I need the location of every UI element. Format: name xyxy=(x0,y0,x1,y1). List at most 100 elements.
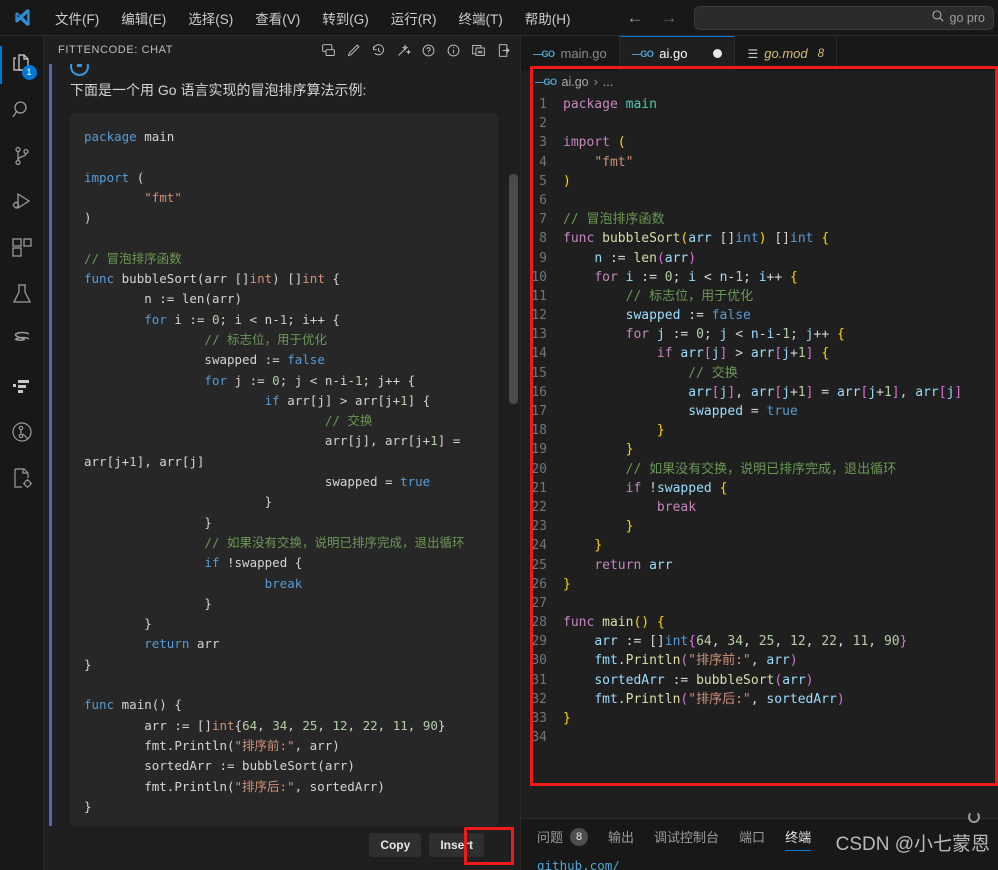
info-icon[interactable] xyxy=(442,39,464,61)
panel-tab-debug-console[interactable]: 调试控制台 xyxy=(654,827,719,851)
line-number: 5 xyxy=(521,172,563,191)
code-line-text: arr := []int{64, 34, 25, 12, 22, 11, 90} xyxy=(563,632,907,651)
code-line-text: } xyxy=(563,575,571,594)
menu-view[interactable]: 查看(V) xyxy=(244,4,311,32)
activity-item-search[interactable] xyxy=(0,88,44,134)
code-line-text: "fmt" xyxy=(563,153,633,172)
activity-item-gitlens[interactable] xyxy=(0,410,44,456)
code-line-text: if !swapped { xyxy=(563,479,727,498)
command-search-text: go pro xyxy=(950,11,985,25)
arrow-left-icon[interactable]: ← xyxy=(622,6,648,30)
menu-terminal[interactable]: 终端(T) xyxy=(448,4,514,32)
code-line-text: swapped := false xyxy=(563,306,751,325)
activity-item-fittencode[interactable] xyxy=(0,364,44,410)
magic-wand-icon[interactable] xyxy=(392,39,414,61)
menu-help[interactable]: 帮助(H) xyxy=(514,4,582,32)
activity-item-explorer[interactable]: 1 xyxy=(0,42,44,88)
chat-code-line: if !swapped { xyxy=(84,553,484,573)
chat-message-list[interactable]: 下面是一个用 Go 语言实现的冒泡排序算法示例: package main im… xyxy=(44,64,520,826)
menu-selection[interactable]: 选择(S) xyxy=(177,4,244,32)
beaker-icon xyxy=(10,282,34,309)
code-line-text: fmt.Println("排序后:", sortedArr) xyxy=(563,690,845,709)
chat-scrollbar[interactable] xyxy=(509,174,518,404)
panel-tab-problems[interactable]: 问题 8 xyxy=(537,827,588,851)
s-logo-icon xyxy=(10,328,34,355)
copy-button[interactable]: Copy xyxy=(369,833,421,857)
code-line: 32 fmt.Println("排序后:", sortedArr) xyxy=(521,690,998,709)
gitlens-icon xyxy=(10,420,34,447)
line-number: 27 xyxy=(521,594,563,613)
help-icon[interactable] xyxy=(417,39,439,61)
chat-code-line: } xyxy=(84,614,484,634)
code-line: 28func main() { xyxy=(521,613,998,632)
code-line: 6 xyxy=(521,191,998,210)
code-line: 7// 冒泡排序函数 xyxy=(521,210,998,229)
command-search-input[interactable]: go pro xyxy=(694,6,994,30)
panel-tab-output[interactable]: 输出 xyxy=(608,827,634,851)
chat-code-line: swapped := false xyxy=(84,350,484,370)
chat-code-line: } xyxy=(84,492,484,512)
line-number: 9 xyxy=(521,249,563,268)
code-line: 15 // 交换 xyxy=(521,364,998,383)
menu-file[interactable]: 文件(F) xyxy=(44,4,110,32)
code-line-text: sortedArr := bubbleSort(arr) xyxy=(563,671,814,690)
activity-item-sonarlint[interactable] xyxy=(0,318,44,364)
title-bar-right: ← → go pro xyxy=(622,6,998,30)
code-line-text: } xyxy=(563,536,602,555)
panel-tab-terminal[interactable]: 终端 xyxy=(785,827,811,851)
split-editor-icon[interactable] xyxy=(467,39,489,61)
code-line: 27 xyxy=(521,594,998,613)
line-number: 6 xyxy=(521,191,563,210)
breadcrumb-separator-icon: › xyxy=(594,75,598,89)
line-number: 28 xyxy=(521,613,563,632)
loading-spinner-icon xyxy=(968,811,980,823)
panel-tab-ports[interactable]: 端口 xyxy=(739,827,765,851)
activity-item-extensions[interactable] xyxy=(0,226,44,272)
code-editor[interactable]: 1package main23import (4 "fmt"5)67// 冒泡排… xyxy=(521,93,998,870)
insert-button[interactable]: Insert xyxy=(429,833,484,857)
menu-go[interactable]: 转到(G) xyxy=(311,4,380,32)
history-icon[interactable] xyxy=(367,39,389,61)
new-chat-icon[interactable] xyxy=(317,39,339,61)
edit-icon[interactable] xyxy=(342,39,364,61)
chat-code-block[interactable]: package main import ( "fmt") // 冒泡排序函数fu… xyxy=(70,113,498,826)
menu-run[interactable]: 运行(R) xyxy=(380,4,448,32)
search-icon xyxy=(10,98,34,125)
bottom-panel: 问题 8 输出 调试控制台 端口 终端 CSDN @小七蒙恩 github.co… xyxy=(521,818,998,870)
line-number: 23 xyxy=(521,517,563,536)
activity-item-cpp-config[interactable] xyxy=(0,456,44,502)
breadcrumb-file[interactable]: ai.go xyxy=(562,75,589,89)
chat-code-line xyxy=(84,228,484,248)
breadcrumb-rest[interactable]: ... xyxy=(603,75,613,89)
chat-toolbar xyxy=(317,39,514,61)
menu-edit[interactable]: 编辑(E) xyxy=(110,4,177,32)
f-logo-icon xyxy=(10,374,34,401)
code-line: 31 sortedArr := bubbleSort(arr) xyxy=(521,671,998,690)
code-line: 22 break xyxy=(521,498,998,517)
chat-code-line: func main() { xyxy=(84,695,484,715)
line-number: 20 xyxy=(521,460,563,479)
line-number: 11 xyxy=(521,287,563,306)
tab-go-mod[interactable]: ☰ go.mod 8 xyxy=(735,36,837,71)
line-number: 26 xyxy=(521,575,563,594)
breadcrumb[interactable]: —GO ai.go › ... xyxy=(521,71,998,93)
code-line: 1package main xyxy=(521,95,998,114)
activity-item-source-control[interactable] xyxy=(0,134,44,180)
code-line: 9 n := len(arr) xyxy=(521,249,998,268)
line-number: 1 xyxy=(521,95,563,114)
sign-out-icon[interactable] xyxy=(492,39,514,61)
code-line: 18 } xyxy=(521,421,998,440)
chat-code-line xyxy=(84,147,484,167)
line-number: 32 xyxy=(521,690,563,709)
code-line-text: for i := 0; i < n-1; i++ { xyxy=(563,268,798,287)
line-number: 22 xyxy=(521,498,563,517)
tab-main-go[interactable]: —GO main.go xyxy=(521,36,620,71)
activity-item-run-debug[interactable] xyxy=(0,180,44,226)
navigation-buttons: ← → xyxy=(622,6,682,30)
magnifier-icon xyxy=(931,9,945,26)
chat-code-line: // 交换 xyxy=(84,411,484,431)
activity-item-testing[interactable] xyxy=(0,272,44,318)
tab-ai-go[interactable]: —GO ai.go xyxy=(620,36,736,71)
arrow-right-icon[interactable]: → xyxy=(656,6,682,30)
unsaved-dot-icon[interactable] xyxy=(713,49,722,58)
